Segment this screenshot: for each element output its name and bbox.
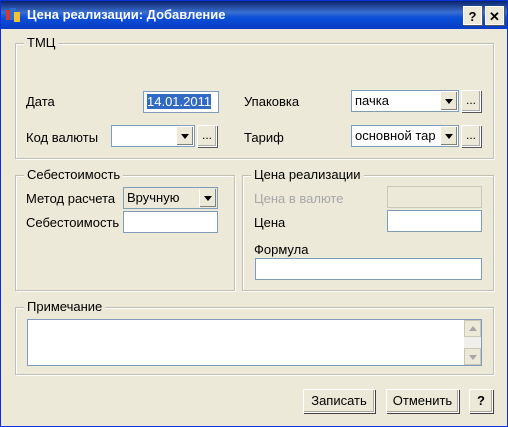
close-button[interactable]: ✕: [485, 6, 504, 25]
tariff-value: основной тар: [355, 128, 436, 143]
help-button[interactable]: ?: [469, 389, 493, 413]
pack-browse-button[interactable]: ...: [461, 90, 481, 112]
cancel-button[interactable]: Отменить: [386, 389, 459, 413]
chevron-down-icon[interactable]: [176, 127, 193, 145]
date-field[interactable]: 14.01.2011: [143, 91, 219, 113]
currency-price-label: Цена в валюте: [254, 191, 344, 206]
method-label: Метод расчета: [26, 191, 116, 206]
price-label: Цена: [254, 215, 286, 230]
cost-label: Себестоимость: [26, 215, 120, 230]
note-scrollbar[interactable]: [464, 320, 481, 365]
cost-group: Себестоимость Метод расчета Вручную Себе…: [15, 167, 235, 291]
price-group: Цена реализации Цена в валюте Цена Форму…: [242, 167, 494, 291]
formula-field[interactable]: [255, 258, 482, 280]
date-label: Дата: [26, 94, 55, 109]
title-bar[interactable]: Цена реализации: Добавление ? ✕: [1, 1, 507, 29]
cost-legend: Себестоимость: [24, 167, 124, 182]
tmc-group: ТМЦ Дата 14.01.2011 Код валюты ... Упако…: [15, 35, 494, 159]
currency-label: Код валюты: [26, 130, 99, 145]
pack-label: Упаковка: [244, 94, 300, 109]
pack-value: пачка: [355, 93, 389, 108]
chevron-down-icon[interactable]: [199, 189, 216, 207]
window-title: Цена реализации: Добавление: [27, 7, 226, 22]
scroll-up-icon[interactable]: [464, 320, 481, 337]
currency-price-field: [387, 186, 482, 208]
price-legend: Цена реализации: [251, 167, 364, 182]
chevron-down-icon[interactable]: [440, 92, 457, 110]
chevron-down-icon[interactable]: [440, 127, 457, 145]
title-help-button[interactable]: ?: [463, 6, 482, 25]
currency-select[interactable]: [111, 125, 195, 147]
save-button[interactable]: Записать: [303, 389, 375, 413]
method-value: Вручную: [127, 190, 180, 205]
price-field[interactable]: [387, 210, 482, 232]
pack-select[interactable]: пачка: [351, 90, 459, 112]
note-legend: Примечание: [24, 299, 106, 314]
currency-browse-button[interactable]: ...: [197, 125, 217, 147]
scroll-down-icon[interactable]: [464, 348, 481, 365]
app-icon: [6, 8, 20, 22]
date-value: 14.01.2011: [147, 94, 212, 109]
dialog-window: Цена реализации: Добавление ? ✕ ТМЦ Дата…: [0, 0, 508, 427]
tariff-browse-button[interactable]: ...: [461, 125, 481, 147]
tariff-label: Тариф: [244, 130, 284, 145]
note-group: Примечание: [15, 299, 494, 375]
tariff-select[interactable]: основной тар: [351, 125, 459, 147]
formula-label: Формула: [254, 242, 309, 257]
cost-field[interactable]: [123, 211, 218, 233]
tmc-legend: ТМЦ: [24, 35, 59, 50]
method-select[interactable]: Вручную: [123, 187, 218, 209]
note-textarea[interactable]: [27, 319, 482, 366]
